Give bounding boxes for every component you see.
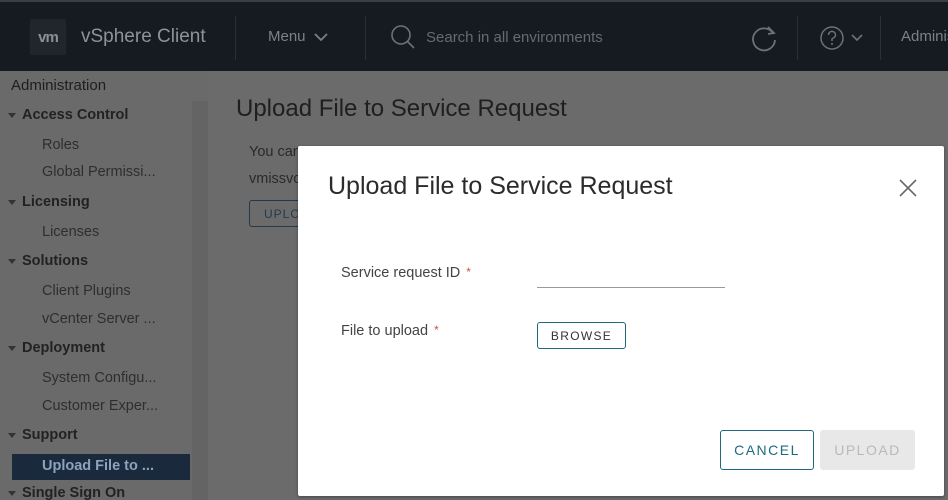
sidebar-group-access-control[interactable]: Access Control: [8, 107, 128, 123]
search-icon: [391, 25, 415, 49]
sidebar-title: Administration: [11, 77, 107, 94]
sidebar-item-vcenter-server-extensions[interactable]: vCenter Server ...: [42, 311, 156, 327]
required-marker: *: [466, 265, 471, 279]
sidebar-item-customer-experience[interactable]: Customer Exper...: [42, 398, 158, 414]
chevron-down-icon: [851, 34, 863, 42]
vmware-logo: vm: [30, 19, 66, 55]
sidebar-group-single-sign-on[interactable]: Single Sign On: [8, 485, 125, 500]
page-description: You can: [249, 144, 301, 160]
sidebar-group-support[interactable]: Support: [8, 427, 78, 443]
sidebar-group-label: Access Control: [22, 107, 129, 123]
search-input[interactable]: [426, 28, 686, 46]
upload-file-dialog: Upload File to Service Request Service r…: [298, 146, 944, 496]
sidebar-item-system-configuration[interactable]: System Configu...: [42, 370, 156, 386]
sidebar-group-label: Solutions: [22, 253, 89, 269]
sidebar-item-licenses[interactable]: Licenses: [42, 224, 99, 240]
top-header: vm vSphere Client Menu Administrator: [0, 0, 948, 71]
help-menu-button[interactable]: [819, 25, 863, 51]
header-divider: [235, 16, 236, 60]
service-request-id-input[interactable]: [537, 264, 725, 288]
sidebar-item-global-permissions[interactable]: Global Permissi...: [42, 164, 156, 180]
close-button[interactable]: [896, 176, 920, 200]
upload-button[interactable]: UPLOAD: [820, 430, 915, 470]
sidebar-group-label: Licensing: [22, 194, 90, 210]
sidebar-item-label: Upload File to ...: [42, 458, 154, 474]
caret-down-icon: [8, 258, 16, 264]
required-marker: *: [434, 323, 439, 337]
sidebar-item-roles[interactable]: Roles: [42, 137, 79, 153]
page-description-url: vmissvc: [249, 171, 301, 187]
header-divider: [797, 16, 798, 60]
caret-down-icon: [8, 432, 16, 438]
sidebar: Administration Access Control Roles Glob…: [0, 71, 208, 500]
help-icon: [820, 26, 844, 50]
page-title: Upload File to Service Request: [236, 95, 567, 122]
sidebar-item-client-plugins[interactable]: Client Plugins: [42, 283, 131, 299]
label-text: Service request ID: [341, 265, 461, 281]
caret-down-icon: [8, 199, 16, 205]
header-divider: [880, 16, 881, 60]
caret-down-icon: [8, 490, 16, 496]
sidebar-group-label: Deployment: [22, 340, 105, 356]
user-menu[interactable]: Administrator: [901, 28, 948, 45]
sidebar-group-licensing[interactable]: Licensing: [8, 194, 90, 210]
service-request-id-label: Service request ID *: [341, 265, 471, 281]
sidebar-group-deployment[interactable]: Deployment: [8, 340, 105, 356]
cancel-button[interactable]: CANCEL: [720, 430, 814, 470]
menu-label: Menu: [268, 28, 306, 45]
caret-down-icon: [8, 112, 16, 118]
chevron-down-icon: [313, 32, 328, 41]
dialog-title: Upload File to Service Request: [328, 172, 673, 200]
sidebar-group-label: Single Sign On: [22, 485, 126, 500]
file-to-upload-label: File to upload *: [341, 323, 439, 339]
header-divider: [365, 16, 366, 60]
close-icon: [899, 179, 917, 197]
refresh-icon: [752, 26, 776, 52]
browse-button[interactable]: BROWSE: [537, 322, 626, 349]
label-text: File to upload: [341, 323, 429, 339]
global-search[interactable]: [390, 24, 686, 50]
sidebar-group-solutions[interactable]: Solutions: [8, 253, 88, 269]
sidebar-item-upload-file[interactable]: Upload File to ...: [12, 454, 190, 480]
sidebar-group-label: Support: [22, 427, 78, 443]
app-title: vSphere Client: [81, 26, 206, 47]
menu-button[interactable]: Menu: [268, 28, 328, 45]
sidebar-resize-handle[interactable]: [192, 101, 208, 500]
caret-down-icon: [8, 345, 16, 351]
refresh-button[interactable]: [750, 24, 778, 57]
